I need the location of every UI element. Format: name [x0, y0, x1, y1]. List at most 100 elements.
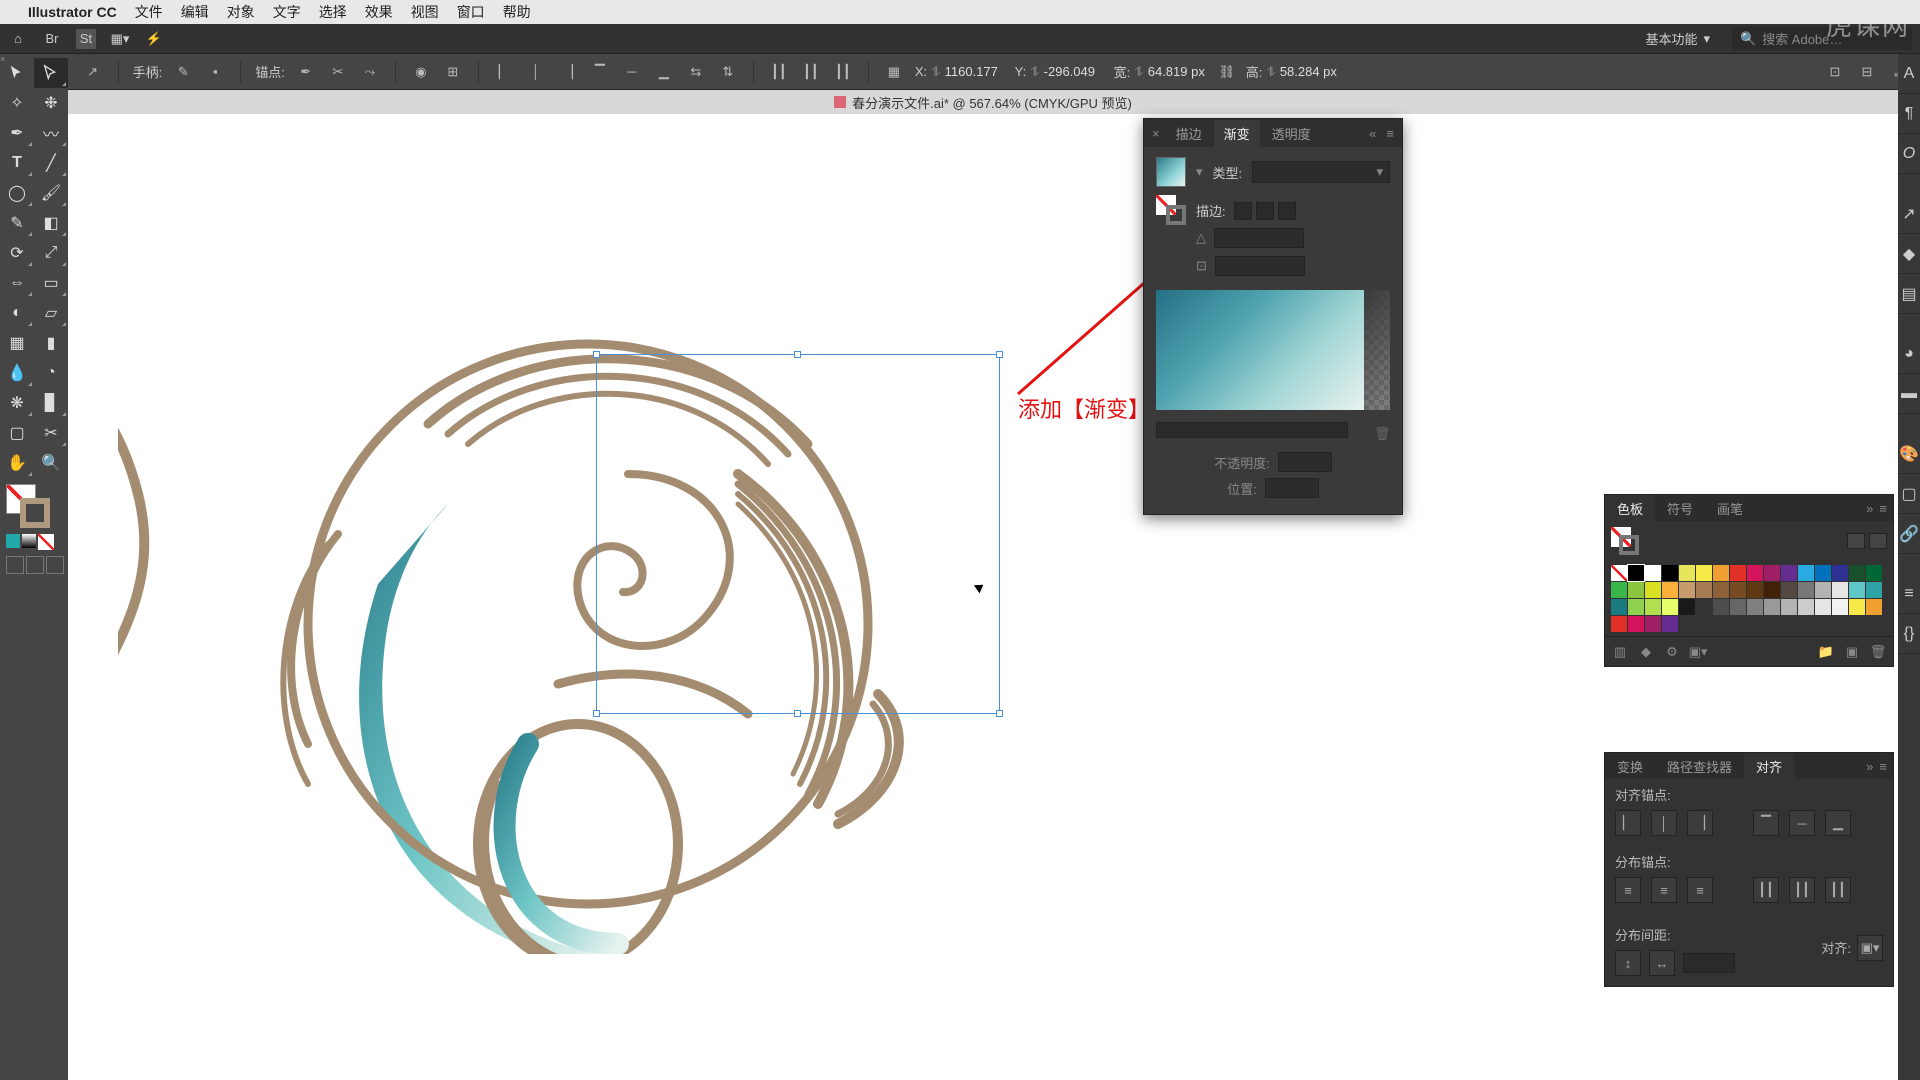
anchor-cut-icon[interactable]: ✂	[327, 61, 349, 83]
layers-panel-icon[interactable]: ▬	[1898, 374, 1920, 414]
tab-brushes[interactable]: 画笔	[1705, 495, 1755, 522]
swatch-none[interactable]	[1611, 565, 1627, 581]
arrange-docs-icon[interactable]: ▦▾	[110, 29, 130, 49]
swatch-color[interactable]	[1849, 599, 1865, 615]
selection-bounding-box[interactable]	[596, 354, 1000, 714]
dist-spacing-input[interactable]	[1683, 953, 1735, 973]
swatch-fill-stroke[interactable]	[1611, 527, 1639, 555]
anchor-pen-icon[interactable]: ✒	[295, 61, 317, 83]
gradient-aspect-input[interactable]	[1215, 256, 1305, 276]
anchor-join-icon[interactable]: ⤳	[359, 61, 381, 83]
swatch-color[interactable]	[1696, 582, 1712, 598]
swatch-color[interactable]	[1798, 582, 1814, 598]
x-value[interactable]: 1160.177	[945, 64, 1005, 79]
swatch-color[interactable]	[1764, 582, 1780, 598]
chevron-down-icon[interactable]: ▾	[1196, 164, 1203, 180]
convert-smooth-icon[interactable]: ↗	[82, 61, 104, 83]
resize-handle-sw[interactable]	[593, 710, 600, 717]
tab-pathfinder[interactable]: 路径查找器	[1655, 753, 1744, 780]
hand-tool[interactable]: ✋	[0, 448, 34, 478]
resize-handle-ne[interactable]	[996, 351, 1003, 358]
slice-tool[interactable]: ✂	[34, 418, 68, 448]
isolate-icon[interactable]: ◉	[410, 61, 432, 83]
swatch-color[interactable]	[1747, 565, 1763, 581]
stroke-panel-icon[interactable]: ≡	[1898, 574, 1920, 614]
tab-opacity[interactable]: 透明度	[1262, 120, 1321, 147]
menu-select[interactable]: 选择	[319, 2, 347, 22]
dist-center-icon[interactable]: ┃┃	[800, 61, 822, 83]
swatch-color[interactable]	[1611, 599, 1627, 615]
width-tool[interactable]: ⇔	[0, 268, 34, 298]
swatch-kind-icon[interactable]: ◆	[1637, 643, 1655, 661]
align-to-icon[interactable]: ⊡	[1824, 61, 1846, 83]
resize-handle-se[interactable]	[996, 710, 1003, 717]
export-panel-icon[interactable]: ↗	[1898, 194, 1920, 234]
char-panel-icon[interactable]: A	[1898, 54, 1920, 94]
stock-icon[interactable]: St	[76, 29, 96, 49]
swatch-color[interactable]	[1628, 616, 1644, 632]
gpu-icon[interactable]: ⚡	[144, 29, 164, 49]
swatch-color[interactable]	[1866, 565, 1882, 581]
panel-collapse-icon[interactable]: »	[1866, 759, 1873, 774]
line-tool[interactable]: ╱	[34, 148, 68, 178]
stroke-across-icon[interactable]	[1278, 202, 1296, 220]
panel-collapse-icon[interactable]: »	[1866, 501, 1873, 516]
swatch-color[interactable]	[1866, 599, 1882, 615]
draw-inside[interactable]	[46, 556, 64, 574]
tab-transform[interactable]: 变换	[1605, 753, 1655, 780]
align-left-btn[interactable]: ▏	[1615, 810, 1641, 836]
shape-builder-tool[interactable]: ◐	[0, 298, 34, 328]
bridge-icon[interactable]: Br	[42, 29, 62, 49]
menu-view[interactable]: 视图	[411, 2, 439, 22]
align-hcenter-icon[interactable]: │	[525, 61, 547, 83]
swatch-color[interactable]	[1798, 565, 1814, 581]
swatch-color[interactable]	[1662, 599, 1678, 615]
swatch-color[interactable]	[1645, 599, 1661, 615]
type-tool[interactable]: T	[0, 148, 34, 178]
new-folder-icon[interactable]: 📁	[1817, 643, 1835, 661]
align-pixel-icon[interactable]: ⊞	[442, 61, 464, 83]
artboards-panel-icon[interactable]: ▢	[1898, 474, 1920, 514]
color-swatch[interactable]	[6, 534, 20, 548]
align-top-btn[interactable]: ▔	[1753, 810, 1779, 836]
gradient-position-input[interactable]	[1265, 478, 1319, 498]
stepper-icon[interactable]: ⥮	[931, 64, 940, 80]
zoom-tool[interactable]: 🔍	[34, 448, 68, 478]
dist-bottom-btn[interactable]: ≡	[1687, 877, 1713, 903]
menu-window[interactable]: 窗口	[457, 2, 485, 22]
panel-menu-icon[interactable]: ≡	[1879, 759, 1887, 774]
perspective-tool[interactable]: ▱	[34, 298, 68, 328]
swatch-color[interactable]	[1832, 565, 1848, 581]
magic-wand-tool[interactable]: ✧	[0, 88, 34, 118]
gradient-opacity-input[interactable]	[1278, 452, 1332, 472]
align-to-selection-btn[interactable]: ▣▾	[1857, 935, 1883, 961]
swatch-color[interactable]	[1866, 582, 1882, 598]
panel-close-icon[interactable]: ×	[1148, 126, 1164, 141]
panel-collapse-icon[interactable]: «	[1365, 126, 1380, 141]
dist-vcenter-btn[interactable]: ≡	[1651, 877, 1677, 903]
swatch-color[interactable]	[1730, 565, 1746, 581]
gradient-slider[interactable]	[1156, 422, 1348, 438]
new-group-icon[interactable]: ▣▾	[1689, 643, 1707, 661]
menu-effect[interactable]: 效果	[365, 2, 393, 22]
swatch-color[interactable]	[1815, 582, 1831, 598]
dist-top-btn[interactable]: ≡	[1615, 877, 1641, 903]
scale-tool[interactable]: ⤢	[34, 238, 68, 268]
delete-swatch-icon[interactable]: 🗑	[1869, 643, 1887, 661]
swatch-color[interactable]	[1798, 599, 1814, 615]
menu-edit[interactable]: 编辑	[181, 2, 209, 22]
swatch-color[interactable]	[1764, 565, 1780, 581]
swatch-color[interactable]	[1849, 582, 1865, 598]
swatch-color[interactable]	[1815, 565, 1831, 581]
curvature-tool[interactable]: 〰	[34, 118, 68, 148]
resize-handle-n[interactable]	[794, 351, 801, 358]
direct-selection-tool[interactable]	[34, 58, 68, 88]
stepper-icon[interactable]: ⥮	[1134, 64, 1143, 80]
selection-tool[interactable]	[0, 58, 34, 88]
swatch-color[interactable]	[1645, 616, 1661, 632]
crop-icon[interactable]: ⊟	[1856, 61, 1878, 83]
dist-v-icon[interactable]: ⇅	[717, 61, 739, 83]
swatch-color[interactable]	[1713, 565, 1729, 581]
align-panel[interactable]: 变换 路径查找器 对齐 »≡ 对齐锚点: ▏ │ ▕ ▔ ─ ▁ 分布锚点: ≡…	[1604, 752, 1894, 987]
swatch-color[interactable]	[1730, 599, 1746, 615]
